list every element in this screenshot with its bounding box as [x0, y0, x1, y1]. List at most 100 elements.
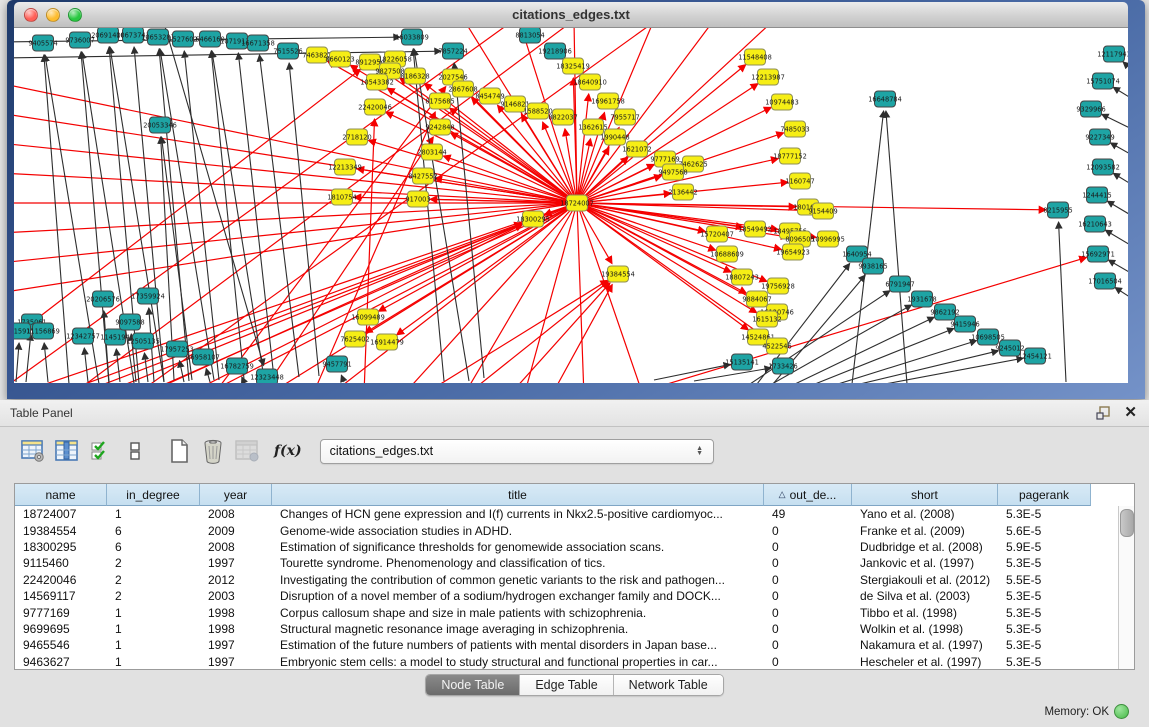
column-header-short[interactable]: short [852, 484, 998, 506]
graph-node[interactable]: 1810754 [327, 189, 356, 205]
graph-node[interactable]: 12213987 [751, 69, 785, 85]
graph-node[interactable]: 7955717 [610, 109, 639, 125]
graph-node[interactable]: 12213349 [328, 159, 362, 175]
graph-node[interactable]: 9329966 [1076, 101, 1105, 117]
graph-node[interactable]: 9154409 [808, 203, 837, 219]
graph-node[interactable]: 8215955 [1043, 202, 1072, 218]
table-settings-icon[interactable] [18, 436, 48, 466]
graph-node[interactable]: 2867608 [448, 81, 477, 97]
column-header-in_degree[interactable]: in_degree [107, 484, 200, 506]
graph-node[interactable]: 19384554 [601, 266, 635, 282]
graph-node[interactable]: 1931678 [907, 291, 936, 307]
table-vertical-scrollbar[interactable] [1118, 506, 1134, 669]
graph-node[interactable]: 6791947 [885, 276, 914, 292]
graph-node[interactable]: 15692971 [1081, 246, 1115, 262]
graph-node[interactable]: 1733426 [768, 358, 797, 374]
scrollbar-thumb[interactable] [1120, 509, 1134, 537]
graph-node[interactable]: 8822037 [548, 109, 577, 125]
network-window-titlebar[interactable]: citations_edges.txt [14, 2, 1128, 28]
graph-node[interactable]: 16961758 [591, 93, 625, 109]
graph-node[interactable]: 12342757 [66, 328, 100, 344]
node-table[interactable]: namein_degreeyeartitle△out_de...shortpag… [14, 483, 1135, 670]
zoom-window-icon[interactable] [68, 8, 82, 22]
graph-node[interactable]: 1160747 [785, 173, 814, 189]
graph-node[interactable]: 9938165 [858, 258, 887, 274]
graph-node[interactable]: 8427552 [408, 168, 437, 184]
minimize-window-icon[interactable] [46, 8, 60, 22]
graph-node[interactable]: 917003 [405, 191, 430, 207]
network-graph-canvas[interactable]: 1872400794055749736007206914061067374110… [14, 28, 1128, 383]
graph-node[interactable]: 1990448 [600, 129, 629, 145]
close-window-icon[interactable] [24, 8, 38, 22]
graph-node[interactable]: 1527602 [168, 31, 197, 47]
graph-node[interactable]: 15720407 [700, 226, 734, 242]
graph-node[interactable]: 9242848 [425, 119, 454, 135]
graph-node[interactable]: 11548408 [738, 49, 772, 65]
graph-node[interactable]: 9097588 [115, 314, 144, 330]
table-row[interactable]: 946554611997Estimation of the future num… [15, 637, 1134, 653]
new-file-icon[interactable] [164, 436, 194, 466]
tab-network-table[interactable]: Network Table [614, 675, 723, 695]
graph-node[interactable]: 9415946 [950, 316, 979, 332]
tab-node-table[interactable]: Node Table [426, 675, 520, 695]
table-row[interactable]: 911546021997Tourette syndrome. Phenomeno… [15, 555, 1134, 571]
graph-node[interactable]: 10996995 [811, 231, 845, 247]
table-column-icon[interactable] [52, 436, 82, 466]
graph-node[interactable]: 9405574 [28, 35, 57, 51]
graph-node[interactable]: 1244415 [1082, 187, 1111, 203]
table-row[interactable]: 969969511998Structural magnetic resonanc… [15, 621, 1134, 637]
graph-node[interactable]: 4522546 [762, 338, 791, 354]
graph-node[interactable]: 15751074 [1086, 73, 1120, 89]
close-panel-icon[interactable]: ✕ [1124, 404, 1137, 422]
graph-node[interactable]: 2803144 [417, 144, 446, 160]
graph-node[interactable]: 16914479 [370, 334, 404, 350]
graph-node[interactable]: 9497568 [658, 164, 687, 180]
graph-node[interactable]: 1615132 [752, 311, 781, 327]
graph-node[interactable]: 9227349 [1085, 129, 1114, 145]
table-header-row[interactable]: namein_degreeyeartitle△out_de...shortpag… [15, 484, 1134, 506]
select-rows-checklist-icon[interactable] [86, 436, 116, 466]
graph-node[interactable]: 16648784 [868, 91, 902, 107]
graph-node[interactable]: 20206576 [86, 291, 120, 307]
table-selector-dropdown[interactable]: citations_edges.txt ▲▼ [320, 439, 714, 464]
table-row[interactable]: 977716911998Corpus callosum shape and si… [15, 604, 1134, 620]
graph-node[interactable]: 18549492 [738, 221, 772, 237]
graph-node[interactable]: 16210643 [1078, 216, 1112, 232]
table-row[interactable]: 946362711997Embryonic stem cells: a mode… [15, 654, 1134, 670]
graph-node[interactable]: 7857224 [438, 43, 467, 59]
graph-node[interactable]: 12117943 [1097, 46, 1128, 62]
column-header-pagerank[interactable]: pagerank [998, 484, 1091, 506]
graph-node[interactable]: 8813054 [515, 28, 544, 43]
delete-trash-icon[interactable] [198, 436, 228, 466]
graph-node[interactable]: 2136442 [668, 184, 697, 200]
column-header-year[interactable]: year [200, 484, 272, 506]
graph-node[interactable]: 12093582 [1086, 159, 1120, 175]
graph-node[interactable]: 2718120 [342, 129, 371, 145]
tab-edge-table[interactable]: Edge Table [520, 675, 613, 695]
graph-node[interactable]: 1621072 [622, 141, 651, 157]
column-header-out_de[interactable]: △out_de... [764, 484, 852, 506]
column-header-name[interactable]: name [15, 484, 107, 506]
table-row[interactable]: 1872400712008Changes of HCN gene express… [15, 506, 1134, 522]
graph-node[interactable]: 18777152 [773, 148, 807, 164]
graph-node[interactable]: 15135141 [725, 354, 759, 370]
graph-node[interactable]: 19218906 [538, 43, 572, 59]
graph-node[interactable]: 17016504 [1088, 273, 1122, 289]
float-panel-icon[interactable] [1095, 405, 1111, 421]
graph-node[interactable]: 16099489 [351, 309, 385, 325]
graph-node[interactable]: 12323448 [250, 369, 284, 383]
graph-node[interactable]: 7515526 [273, 43, 302, 59]
graph-node[interactable]: 8175685 [425, 93, 454, 109]
graph-node[interactable]: 17359924 [131, 288, 165, 304]
graph-node[interactable]: 7485033 [780, 121, 809, 137]
table-row[interactable]: 2242004622012Investigating the contribut… [15, 572, 1134, 588]
graph-node[interactable]: 8660123 [325, 51, 354, 67]
graph-node[interactable]: 7625402 [340, 331, 369, 347]
table-row[interactable]: 1830029562008Estimation of significance … [15, 539, 1134, 555]
graph-node[interactable]: 9457791 [322, 356, 351, 372]
function-builder-icon[interactable]: f(x) [274, 443, 302, 459]
row-height-icon[interactable] [120, 436, 150, 466]
graph-node[interactable]: 8186328 [400, 68, 429, 84]
table-row[interactable]: 1456911722003Disruption of a novel membe… [15, 588, 1134, 604]
graph-node[interactable]: 16033809 [395, 29, 429, 45]
